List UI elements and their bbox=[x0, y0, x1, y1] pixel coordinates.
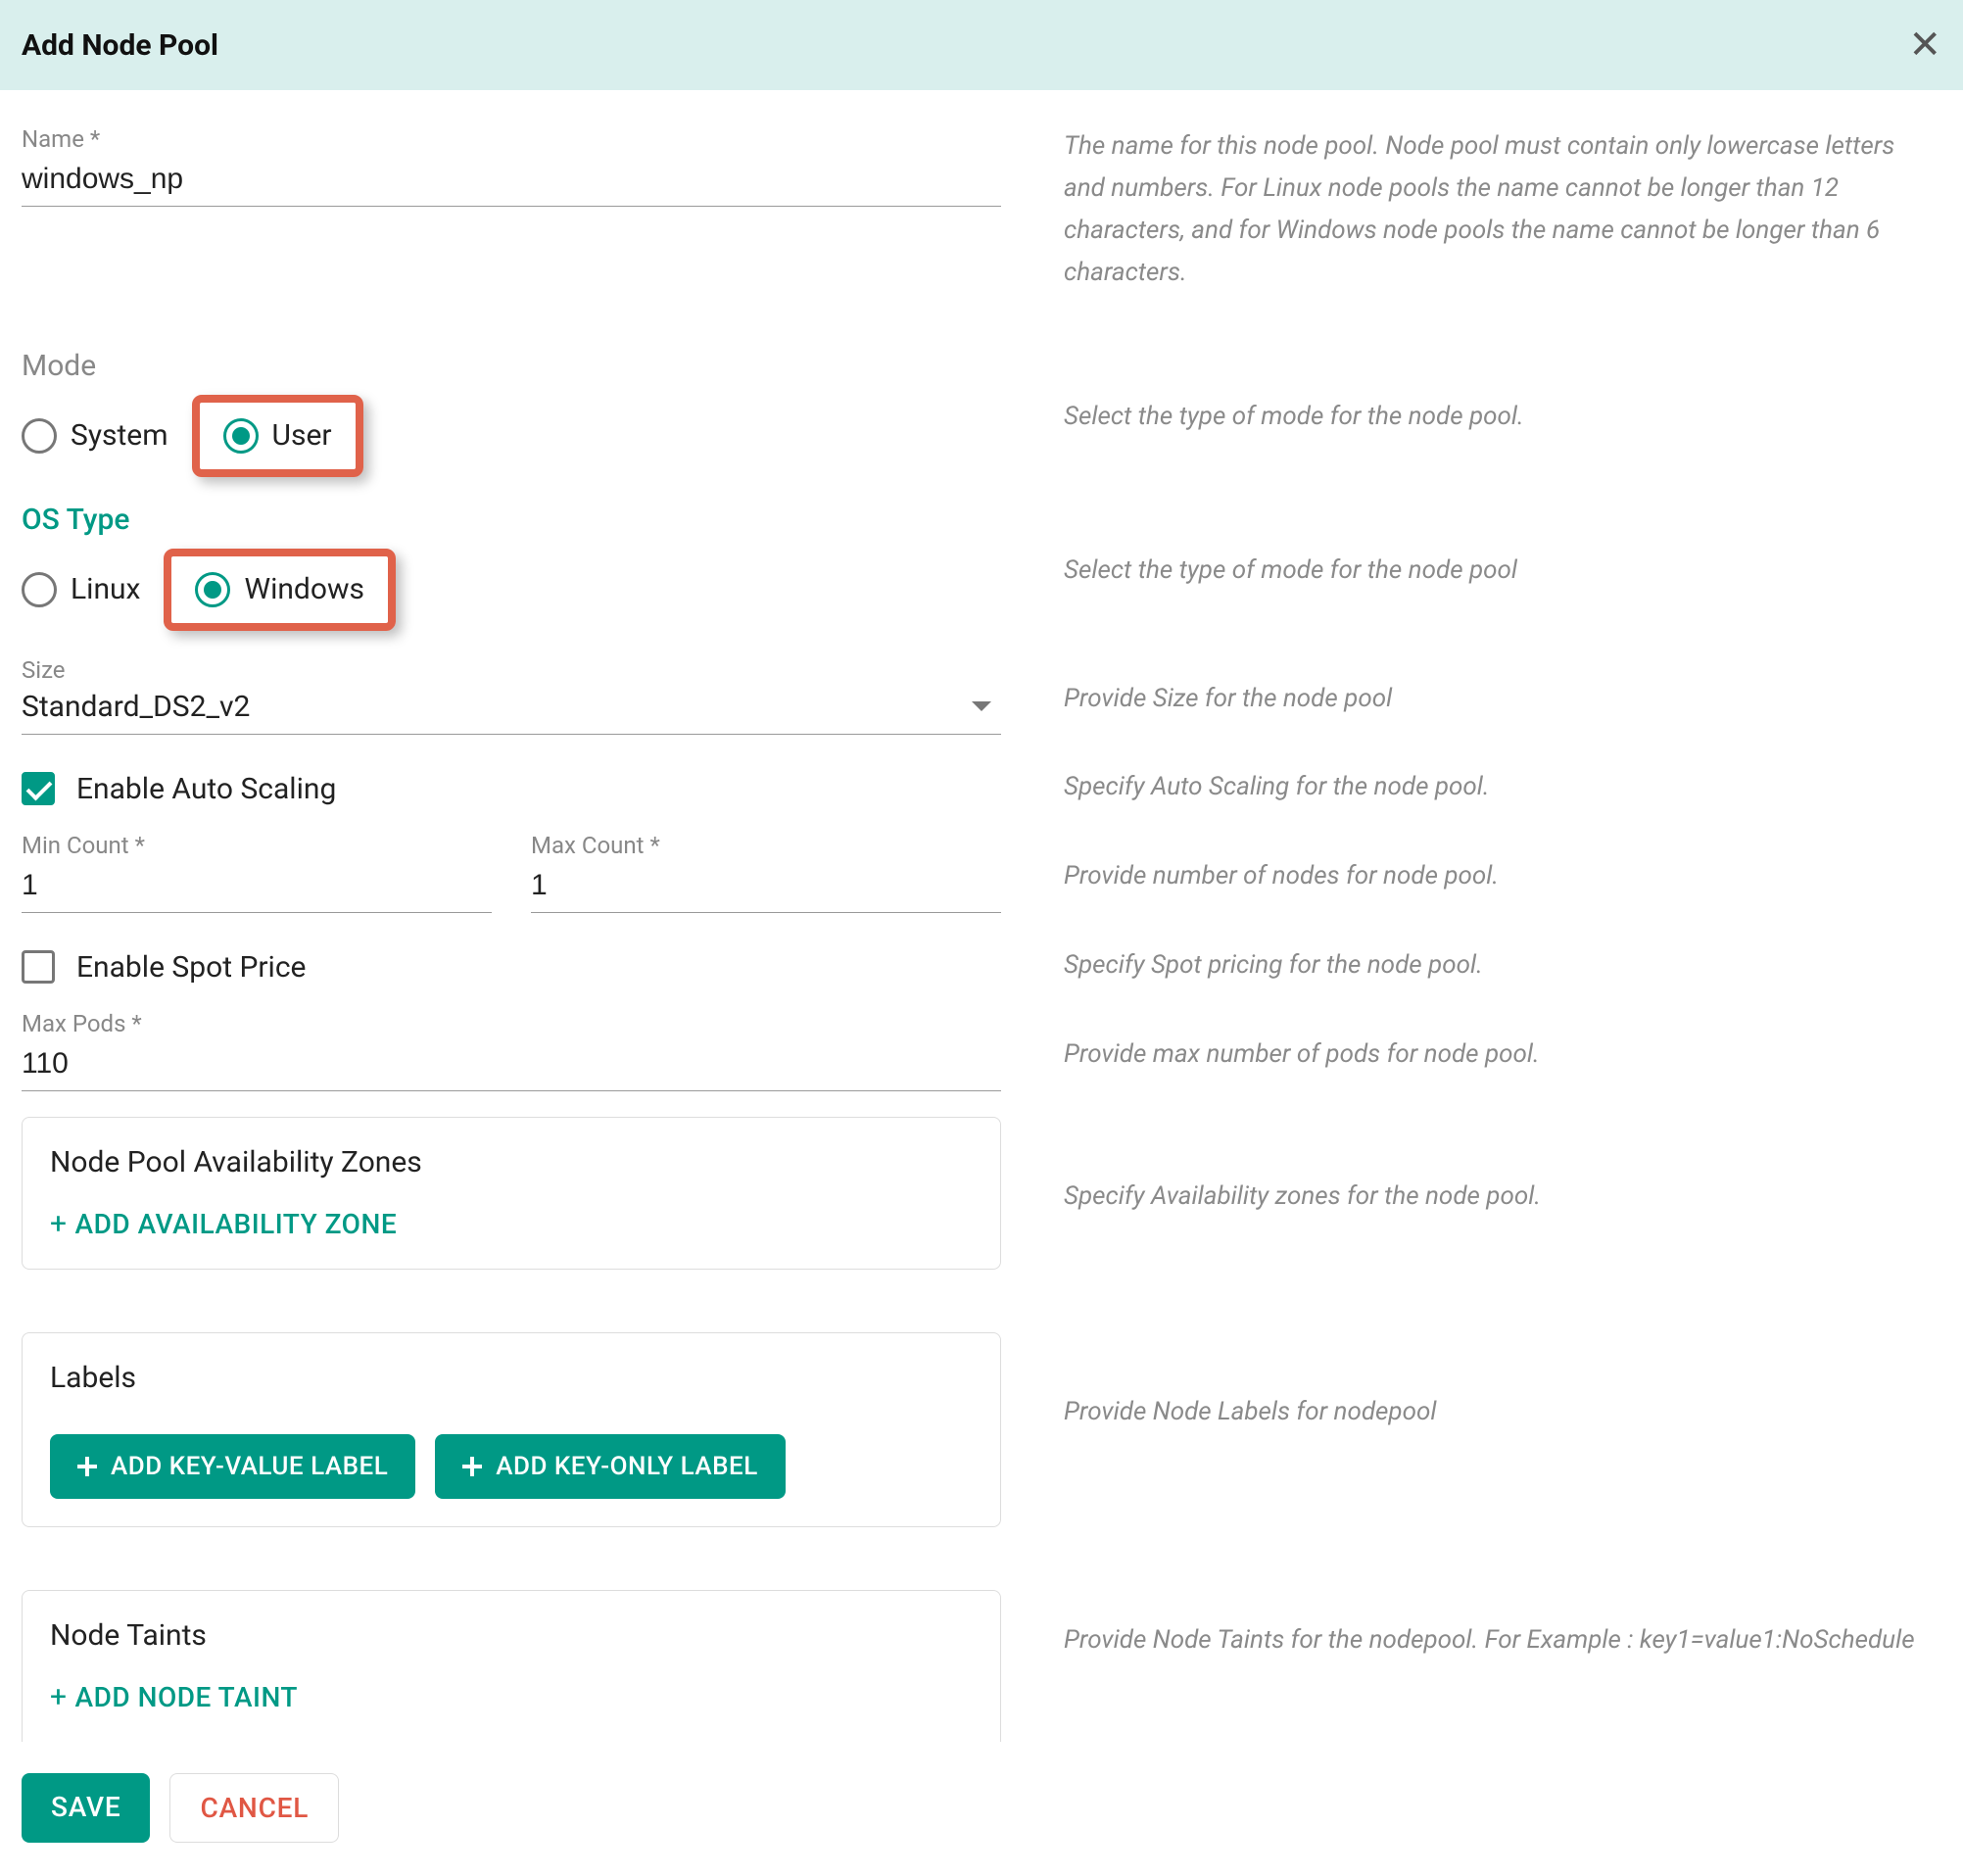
radio-icon bbox=[22, 572, 57, 607]
plus-icon bbox=[462, 1457, 482, 1476]
mode-help-wrap: Select the type of mode for the node poo… bbox=[1064, 349, 1941, 485]
auto-scaling-field: Enable Auto Scaling bbox=[22, 760, 1001, 806]
max-pods-help: Provide max number of pods for node pool… bbox=[1064, 1034, 1540, 1076]
radio-icon bbox=[22, 418, 57, 454]
count-help-wrap: Provide number of nodes for node pool. bbox=[1064, 832, 1941, 921]
mode-help: Select the type of mode for the node poo… bbox=[1064, 396, 1524, 438]
min-count-input[interactable] bbox=[22, 865, 492, 913]
os-linux-label: Linux bbox=[71, 572, 140, 606]
mode-radio-group: System User bbox=[22, 395, 1001, 477]
plus-icon bbox=[77, 1457, 97, 1476]
os-type-label: OS Type bbox=[22, 503, 1001, 537]
taints-title: Node Taints bbox=[50, 1618, 973, 1653]
size-label: Size bbox=[22, 656, 1001, 684]
availability-help: Specify Availability zones for the node … bbox=[1064, 1176, 1541, 1218]
max-pods-field: Max Pods * bbox=[22, 1010, 1001, 1091]
count-help: Provide number of nodes for node pool. bbox=[1064, 855, 1499, 897]
mode-radio-user[interactable]: User bbox=[223, 418, 332, 454]
availability-card: Node Pool Availability Zones + ADD AVAIL… bbox=[22, 1117, 1001, 1270]
auto-scaling-checkbox[interactable]: Enable Auto Scaling bbox=[22, 772, 1001, 806]
os-type-radio-group: Linux Windows bbox=[22, 549, 1001, 631]
max-count-input[interactable] bbox=[531, 865, 1001, 913]
os-type-help-wrap: Select the type of mode for the node poo… bbox=[1064, 503, 1941, 639]
size-help-wrap: Provide Size for the node pool bbox=[1064, 656, 1941, 743]
min-count-field: Min Count * bbox=[22, 832, 492, 913]
save-button[interactable]: SAVE bbox=[22, 1773, 150, 1843]
mode-user-label: User bbox=[272, 418, 332, 453]
add-key-value-label-button[interactable]: ADD KEY-VALUE LABEL bbox=[50, 1434, 415, 1499]
spot-price-help-wrap: Specify Spot pricing for the node pool. bbox=[1064, 938, 1941, 992]
auto-scaling-help: Specify Auto Scaling for the node pool. bbox=[1064, 766, 1490, 808]
taints-card-wrap: Node Taints + ADD NODE TAINT bbox=[22, 1590, 1001, 1742]
radio-icon bbox=[195, 572, 230, 607]
max-count-field: Max Count * bbox=[531, 832, 1001, 913]
checkbox-icon bbox=[22, 772, 55, 805]
mode-label: Mode bbox=[22, 349, 1001, 383]
add-availability-zone-button[interactable]: + ADD AVAILABILITY ZONE bbox=[50, 1207, 397, 1241]
os-windows-label: Windows bbox=[244, 572, 364, 606]
name-help: The name for this node pool. Node pool m… bbox=[1064, 125, 1941, 294]
taints-help: Provide Node Taints for the nodepool. Fo… bbox=[1064, 1619, 1915, 1661]
size-help: Provide Size for the node pool bbox=[1064, 678, 1392, 720]
add-key-only-label-button[interactable]: ADD KEY-ONLY LABEL bbox=[435, 1434, 786, 1499]
os-radio-linux[interactable]: Linux bbox=[22, 572, 140, 607]
taints-card: Node Taints + ADD NODE TAINT bbox=[22, 1590, 1001, 1742]
dialog-header: Add Node Pool ✕ bbox=[0, 0, 1963, 90]
chevron-down-icon bbox=[972, 701, 991, 711]
size-value: Standard_DS2_v2 bbox=[22, 690, 250, 724]
name-field: Name * bbox=[22, 125, 1001, 286]
mode-system-label: System bbox=[71, 418, 168, 453]
taints-help-wrap: Provide Node Taints for the nodepool. Fo… bbox=[1064, 1590, 1941, 1750]
os-radio-windows[interactable]: Windows bbox=[195, 572, 364, 607]
spot-price-label: Enable Spot Price bbox=[76, 950, 306, 985]
auto-scaling-label: Enable Auto Scaling bbox=[76, 772, 336, 806]
plus-icon: + bbox=[50, 1680, 68, 1714]
plus-icon: + bbox=[50, 1207, 68, 1241]
availability-title: Node Pool Availability Zones bbox=[50, 1145, 973, 1179]
add-node-taint-button[interactable]: + ADD NODE TAINT bbox=[50, 1680, 298, 1714]
size-field: Size Standard_DS2_v2 bbox=[22, 656, 1001, 735]
count-fields: Min Count * Max Count * bbox=[22, 832, 1001, 913]
mode-field: Mode System User bbox=[22, 349, 1001, 477]
name-input[interactable] bbox=[22, 159, 1001, 207]
labels-help-wrap: Provide Node Labels for nodepool bbox=[1064, 1332, 1941, 1535]
name-help-wrap: The name for this node pool. Node pool m… bbox=[1064, 125, 1941, 294]
size-select[interactable]: Standard_DS2_v2 bbox=[22, 690, 1001, 735]
dialog-footer: SAVE CANCEL bbox=[0, 1754, 1963, 1876]
spot-price-checkbox[interactable]: Enable Spot Price bbox=[22, 950, 1001, 985]
add-kv-label: ADD KEY-VALUE LABEL bbox=[111, 1452, 388, 1481]
add-availability-zone-label: ADD AVAILABILITY ZONE bbox=[75, 1208, 398, 1240]
add-node-taint-label: ADD NODE TAINT bbox=[75, 1681, 298, 1713]
availability-card-wrap: Node Pool Availability Zones + ADD AVAIL… bbox=[22, 1117, 1001, 1270]
close-icon[interactable]: ✕ bbox=[1908, 25, 1941, 65]
os-type-help: Select the type of mode for the node poo… bbox=[1064, 550, 1517, 592]
max-pods-help-wrap: Provide max number of pods for node pool… bbox=[1064, 1010, 1941, 1099]
availability-help-wrap: Specify Availability zones for the node … bbox=[1064, 1117, 1941, 1277]
max-pods-label: Max Pods * bbox=[22, 1010, 1001, 1037]
radio-icon bbox=[223, 418, 259, 454]
max-count-label: Max Count * bbox=[531, 832, 1001, 859]
os-type-field: OS Type Linux Windows bbox=[22, 503, 1001, 631]
labels-card: Labels ADD KEY-VALUE LABEL ADD KEY-ONLY … bbox=[22, 1332, 1001, 1527]
auto-scaling-help-wrap: Specify Auto Scaling for the node pool. bbox=[1064, 760, 1941, 814]
spot-price-field: Enable Spot Price bbox=[22, 938, 1001, 985]
highlight-mode-user: User bbox=[192, 395, 363, 477]
add-k-label: ADD KEY-ONLY LABEL bbox=[496, 1452, 758, 1481]
spot-price-help: Specify Spot pricing for the node pool. bbox=[1064, 944, 1483, 986]
min-count-label: Min Count * bbox=[22, 832, 492, 859]
highlight-os-windows: Windows bbox=[164, 549, 396, 631]
checkbox-icon bbox=[22, 950, 55, 984]
labels-title: Labels bbox=[50, 1361, 973, 1395]
name-label: Name * bbox=[22, 125, 1001, 153]
labels-card-wrap: Labels ADD KEY-VALUE LABEL ADD KEY-ONLY … bbox=[22, 1332, 1001, 1527]
max-pods-input[interactable] bbox=[22, 1043, 1001, 1091]
labels-help: Provide Node Labels for nodepool bbox=[1064, 1391, 1436, 1433]
mode-radio-system[interactable]: System bbox=[22, 418, 168, 454]
dialog-title: Add Node Pool bbox=[22, 28, 218, 63]
cancel-button[interactable]: CANCEL bbox=[169, 1773, 339, 1843]
